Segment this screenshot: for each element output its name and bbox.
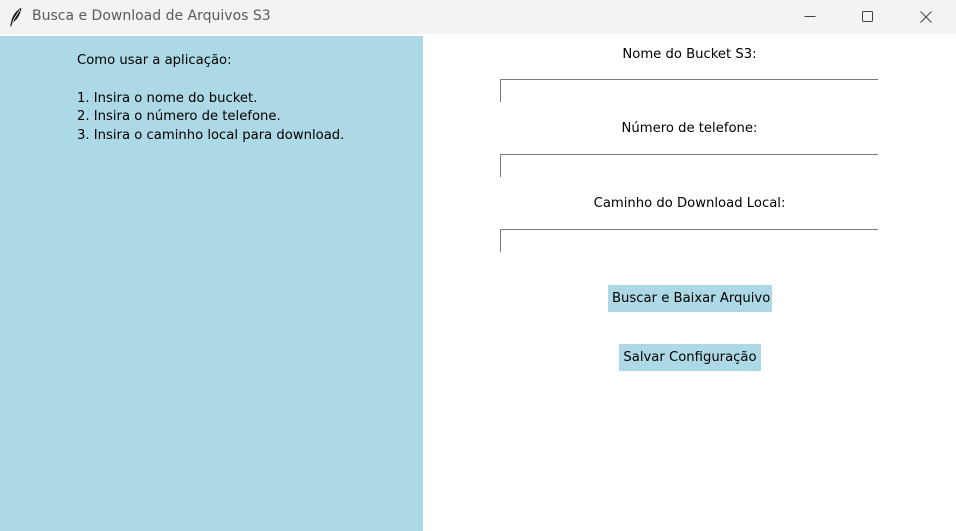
instructions-heading: Como usar a aplicação: [77,53,232,68]
bucket-label: Nome do Bucket S3: [622,47,757,62]
feather-icon [9,7,23,27]
instructions-panel: Como usar a aplicação: 1. Insira o nome … [0,36,423,531]
phone-label: Número de telefone: [621,121,758,136]
maximize-icon [862,11,873,22]
path-label: Caminho do Download Local: [593,196,786,211]
instruction-step-1: 1. Insira o nome do bucket. [77,91,258,106]
bucket-input[interactable] [500,79,878,102]
close-icon [920,11,932,23]
close-button[interactable] [897,0,955,34]
instruction-step-3: 3. Insira o caminho local para download. [77,128,345,143]
download-path-input[interactable] [500,229,878,252]
window-title: Busca e Download de Arquivos S3 [32,8,271,24]
app-window: Busca e Download de Arquivos S3 Como usa… [0,0,956,531]
form-panel: Nome do Bucket S3: Número de telefone: C… [423,36,956,531]
minimize-icon [804,16,816,17]
maximize-button[interactable] [839,0,897,34]
minimize-button[interactable] [781,0,839,34]
title-bar[interactable]: Busca e Download de Arquivos S3 [0,0,956,34]
search-download-button[interactable]: Buscar e Baixar Arquivo [608,285,772,312]
phone-input[interactable] [500,154,878,177]
instruction-step-2: 2. Insira o número de telefone. [77,109,281,124]
save-config-button[interactable]: Salvar Configuração [619,344,761,371]
